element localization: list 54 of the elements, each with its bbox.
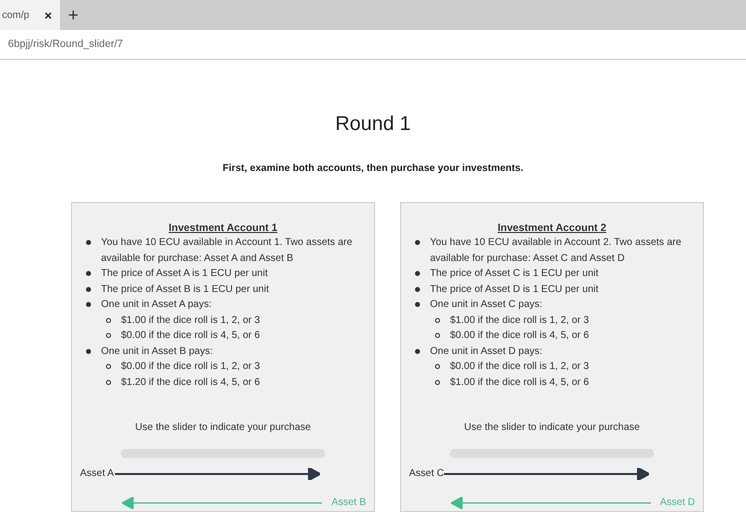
list-item-text: $1.00 if the dice roll is 1, 2, or 3 bbox=[121, 314, 260, 328]
asset-label: Asset A bbox=[80, 467, 115, 481]
slider-prompt: Use the slider to indicate your purchase bbox=[464, 421, 640, 435]
bullet-icon bbox=[435, 380, 440, 384]
list-item-text: The price of Asset A is 1 ECU per unit bbox=[101, 267, 268, 281]
bullet-icon bbox=[435, 333, 440, 338]
account-heading: Investment Account 1 bbox=[168, 221, 278, 235]
bullet-icon bbox=[86, 348, 91, 354]
bullet-icon bbox=[86, 286, 91, 292]
bullet-icon bbox=[106, 333, 111, 338]
tab-title: com/p bbox=[2, 8, 30, 22]
right-arrow-icon bbox=[444, 468, 649, 480]
bullet-icon bbox=[106, 318, 111, 322]
bullet-icon bbox=[106, 364, 111, 369]
list-item-text: $0.00 if the dice roll is 1, 2, or 3 bbox=[450, 360, 589, 374]
list-item-text: $0.00 if the dice roll is 4, 5, or 6 bbox=[121, 329, 260, 343]
close-button[interactable]: × bbox=[44, 8, 52, 22]
list-item-text: One unit in Asset D pays: bbox=[430, 344, 542, 358]
bullet-icon bbox=[106, 380, 111, 384]
list-item-text: You have 10 ECU available in Account 1. Two assets are available for purchase: Asset A and Asset B bbox=[101, 236, 354, 266]
bullet-icon bbox=[86, 302, 91, 307]
list-item-text: $0.00 if the dice roll is 1, 2, or 3 bbox=[121, 360, 260, 374]
bullet-icon bbox=[435, 318, 440, 322]
list-item-text: One unit in Asset C pays: bbox=[430, 298, 542, 312]
asset-label: Asset D bbox=[660, 496, 695, 510]
account-heading: Investment Account 2 bbox=[498, 221, 606, 235]
list-item-text: The price of Asset D is 1 ECU per unit bbox=[430, 282, 598, 296]
asset-label: Asset B bbox=[332, 496, 366, 510]
new-tab-button[interactable]: + bbox=[60, 0, 87, 30]
list-item-text: $1.00 if the dice roll is 4, 5, or 6 bbox=[450, 376, 589, 390]
bullet-icon bbox=[86, 240, 91, 245]
bullet-icon bbox=[415, 348, 420, 354]
bullet-icon bbox=[86, 271, 91, 276]
list-item-text: The price of Asset C is 1 ECU per unit bbox=[430, 267, 598, 281]
list-item-text: One unit in Asset A pays: bbox=[101, 298, 212, 312]
instruction-text: First, examine both accounts, then purchase your investments. bbox=[222, 162, 524, 176]
left-arrow-icon bbox=[122, 496, 322, 508]
list-item-text: $1.20 if the dice roll is 4, 5, or 6 bbox=[121, 376, 260, 390]
list-item-text: $1.00 if the dice roll is 1, 2, or 3 bbox=[450, 314, 589, 328]
list-item-text: The price of Asset B is 1 ECU per unit bbox=[101, 282, 269, 296]
slider-prompt: Use the slider to indicate your purchase bbox=[135, 421, 311, 435]
page-title: Round 1 bbox=[335, 112, 411, 136]
bullet-icon bbox=[415, 286, 420, 292]
list-item-text: $0.00 if the dice roll is 4, 5, or 6 bbox=[450, 329, 589, 343]
bullet-icon bbox=[435, 364, 440, 369]
asset-label: Asset C bbox=[409, 467, 444, 481]
list-item-text: One unit in Asset B pays: bbox=[101, 344, 213, 358]
browser-tab[interactable]: com/p × bbox=[0, 0, 60, 30]
bullet-icon bbox=[415, 240, 420, 245]
right-arrow-icon bbox=[115, 468, 320, 480]
left-arrow-icon bbox=[451, 496, 651, 508]
list-item-text: You have 10 ECU available in Account 2. Two assets are available for purchase: Asset C and Asset D bbox=[430, 236, 682, 266]
bullet-icon bbox=[415, 302, 420, 307]
bullet-icon bbox=[415, 271, 420, 276]
